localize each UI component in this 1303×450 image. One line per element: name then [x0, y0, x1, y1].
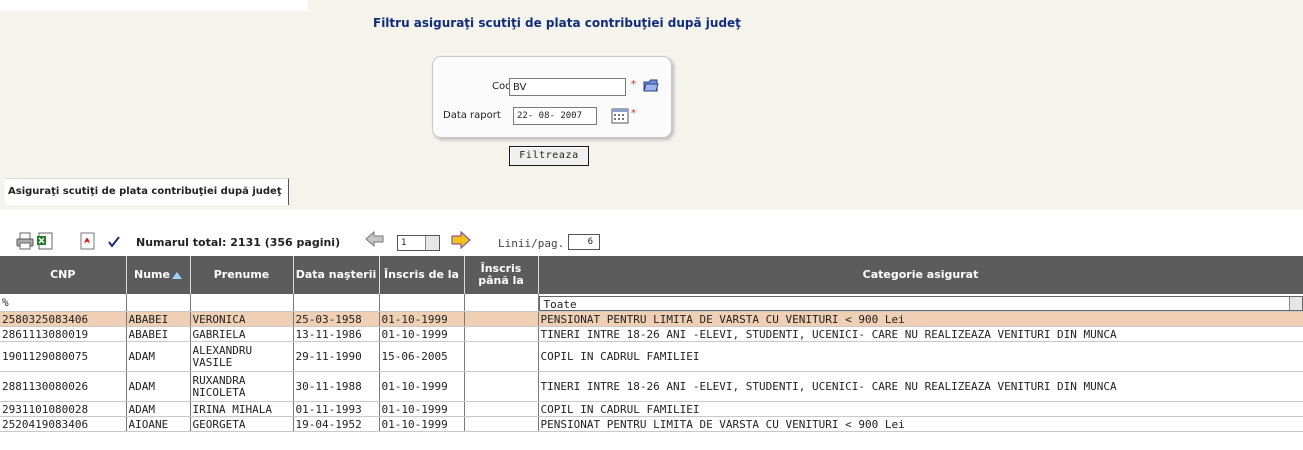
- cell-de-la: 15-06-2005: [379, 341, 465, 372]
- col-header-inscris-pana-la[interactable]: Înscris până la: [464, 256, 539, 294]
- table-row[interactable]: 2520419083406 AIOANE GEORGETA 19-04-1952…: [0, 416, 1303, 432]
- sort-asc-icon[interactable]: [171, 271, 182, 279]
- top-band-cut: [0, 0, 308, 11]
- cell-prenume: GABRIELA: [190, 326, 294, 342]
- prenume-filter-input[interactable]: [190, 294, 294, 312]
- filter-panel: Cod judeţ BV * Data raport 22- 08- 2007 …: [432, 56, 672, 138]
- checkmark-icon[interactable]: [107, 235, 121, 249]
- col-header-cnp[interactable]: CNP: [0, 256, 127, 294]
- cell-prenume: GEORGETA: [190, 416, 294, 432]
- cell-de-la: 01-10-1999: [379, 326, 465, 342]
- print-icon[interactable]: [16, 232, 34, 250]
- cell-de-la: 01-10-1999: [379, 401, 465, 417]
- cell-categorie: PENSIONAT PENTRU LIMITA DE VARSTA CU VEN…: [538, 416, 1303, 432]
- cell-nume: ABABEI: [126, 311, 191, 327]
- cell-prenume: ALEXANDRU VASILE: [190, 341, 294, 372]
- grid-toolbar: Numarul total: 2131 (356 pagini) 1 Linii…: [0, 228, 1303, 256]
- table-row[interactable]: 2861113080019 ABABEI GABRIELA 13-11-1986…: [0, 326, 1303, 342]
- col-header-data-nasterii[interactable]: Data naşterii: [293, 256, 380, 294]
- cnp-filter-input[interactable]: %: [0, 294, 127, 312]
- cell-pana-la: [464, 311, 539, 327]
- cell-categorie: COPIL IN CADRUL FAMILIEI: [538, 401, 1303, 417]
- page-select[interactable]: 1: [397, 235, 440, 251]
- data-required-mark: *: [631, 108, 636, 119]
- cell-nume: ADAM: [126, 341, 191, 372]
- tab-asigurati[interactable]: Asiguraţi scutiţi de plata contribuţiei …: [5, 178, 289, 205]
- cell-nume: ADAM: [126, 401, 191, 417]
- category-filter-cell: Toate: [538, 294, 1303, 312]
- cell-prenume: RUXANDRA NICOLETA: [190, 371, 294, 402]
- cell-cnp: 2580325083406: [0, 311, 127, 327]
- cell-cnp: 2931101080028: [0, 401, 127, 417]
- col-header-nume[interactable]: Nume: [126, 256, 191, 294]
- chevron-down-icon[interactable]: [1288, 296, 1302, 310]
- cell-de-la: 01-10-1999: [379, 311, 465, 327]
- col-header-inscris-de-la[interactable]: Înscris de la: [379, 256, 465, 294]
- cell-de-la: 01-10-1999: [379, 371, 465, 402]
- excel-icon[interactable]: [36, 232, 54, 250]
- next-page-icon[interactable]: [450, 230, 472, 250]
- data-raport-input[interactable]: 22- 08- 2007: [513, 107, 597, 125]
- cell-prenume: VERONICA: [190, 311, 294, 327]
- category-filter-select[interactable]: Toate: [538, 295, 1302, 311]
- pdf-icon[interactable]: [78, 232, 96, 250]
- rows-per-page-label: Linii/pag.: [498, 237, 565, 250]
- cell-nastere: 30-11-1988: [293, 371, 380, 402]
- cell-cnp: 2881130080026: [0, 371, 127, 402]
- table-row[interactable]: 2881130080026 ADAM RUXANDRA NICOLETA 30-…: [0, 371, 1303, 402]
- cell-nastere: 01-11-1993: [293, 401, 380, 417]
- page-select-value: 1: [401, 238, 407, 248]
- cell-pana-la: [464, 401, 539, 417]
- nastere-filter-input[interactable]: [293, 294, 380, 312]
- de-la-filter-input[interactable]: [379, 294, 465, 312]
- cell-nastere: 13-11-1986: [293, 326, 380, 342]
- filter-title: Filtru asiguraţi scutiţi de plata contri…: [373, 16, 741, 30]
- cell-cnp: 2520419083406: [0, 416, 127, 432]
- cell-pana-la: [464, 341, 539, 372]
- table-header-row: CNP Nume Prenume Data naşterii Înscris d…: [0, 256, 1303, 294]
- cell-cnp: 2861113080019: [0, 326, 127, 342]
- cell-nume: AIOANE: [126, 416, 191, 432]
- cell-nastere: 19-04-1952: [293, 416, 380, 432]
- data-raport-label: Data raport: [443, 110, 501, 121]
- cell-categorie: PENSIONAT PENTRU LIMITA DE VARSTA CU VEN…: [538, 311, 1303, 327]
- category-filter-value: Toate: [543, 297, 577, 311]
- cell-nastere: 25-03-1958: [293, 311, 380, 327]
- filter-row: % Toate: [0, 294, 1303, 312]
- cell-nastere: 29-11-1990: [293, 341, 380, 372]
- cell-cnp: 1901129080075: [0, 341, 127, 372]
- cell-pana-la: [464, 326, 539, 342]
- col-header-prenume[interactable]: Prenume: [190, 256, 294, 294]
- rows-per-page-input[interactable]: 6: [568, 234, 600, 250]
- cell-categorie: COPIL IN CADRUL FAMILIEI: [538, 341, 1303, 372]
- table-row[interactable]: 2580325083406 ABABEI VERONICA 25-03-1958…: [0, 311, 1303, 327]
- cell-categorie: TINERI INTRE 18-26 ANI -ELEVI, STUDENTI,…: [538, 326, 1303, 342]
- cell-categorie: TINERI INTRE 18-26 ANI -ELEVI, STUDENTI,…: [538, 371, 1303, 402]
- filter-button[interactable]: Filtreaza: [509, 146, 589, 166]
- cod-required-mark: *: [631, 79, 636, 90]
- total-count: Numarul total: 2131 (356 pagini): [136, 236, 341, 249]
- nume-filter-input[interactable]: [126, 294, 191, 312]
- calendar-icon[interactable]: [611, 108, 629, 124]
- prev-page-icon[interactable]: [365, 230, 385, 248]
- cell-nume: ABABEI: [126, 326, 191, 342]
- cell-prenume: IRINA MIHALA: [190, 401, 294, 417]
- cell-pana-la: [464, 371, 539, 402]
- pana-la-filter-input[interactable]: [464, 294, 539, 312]
- table-row[interactable]: 1901129080075 ADAM ALEXANDRU VASILE 29-1…: [0, 341, 1303, 372]
- table-row[interactable]: 2931101080028 ADAM IRINA MIHALA 01-11-19…: [0, 401, 1303, 417]
- chevron-down-icon[interactable]: [425, 236, 439, 250]
- cod-judet-input[interactable]: BV: [509, 78, 626, 96]
- col-header-categorie[interactable]: Categorie asigurat: [538, 256, 1303, 294]
- cell-de-la: 01-10-1999: [379, 416, 465, 432]
- cell-pana-la: [464, 416, 539, 432]
- folder-icon[interactable]: [643, 78, 659, 93]
- cell-nume: ADAM: [126, 371, 191, 402]
- results-table: CNP Nume Prenume Data naşterii Înscris d…: [0, 256, 1303, 432]
